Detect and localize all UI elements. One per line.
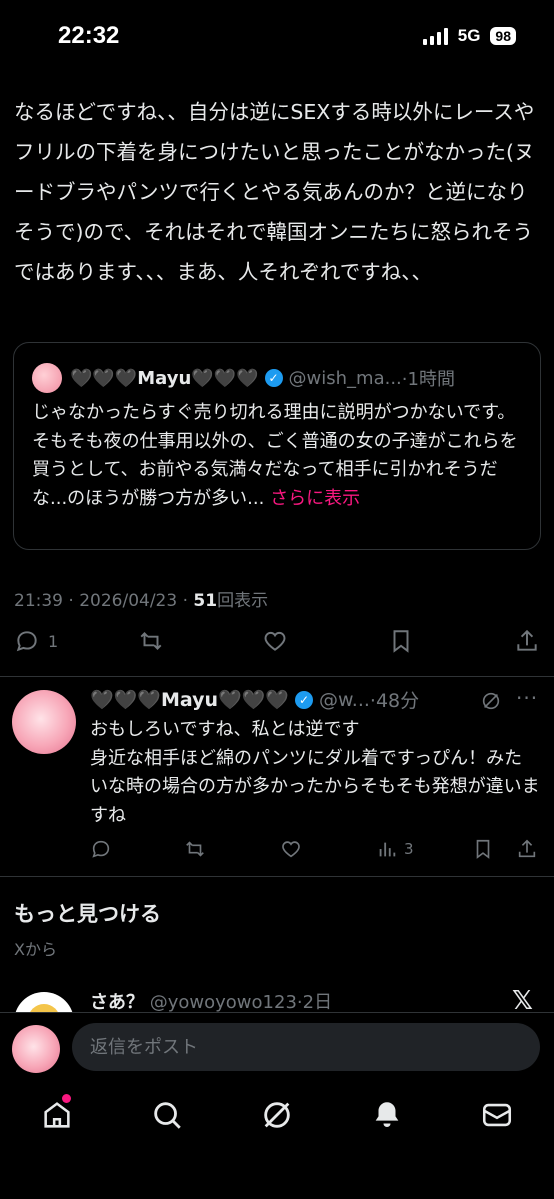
share-icon xyxy=(517,629,537,651)
analytics-icon xyxy=(379,842,396,857)
share-icon xyxy=(518,839,536,858)
suggested-author-name: さあ？ xyxy=(90,992,144,1013)
nav-notifications[interactable] xyxy=(370,1098,404,1132)
show-more-link[interactable]: さらに表示 xyxy=(270,488,360,509)
repost-button[interactable] xyxy=(138,628,164,654)
avatar[interactable] xyxy=(12,690,76,754)
reply-icon xyxy=(16,631,37,652)
heart-icon xyxy=(264,631,286,651)
notification-dot xyxy=(62,1094,71,1103)
nav-grok[interactable] xyxy=(260,1098,294,1132)
suggested-post-time: ·2日 xyxy=(296,992,333,1013)
reply-icon xyxy=(92,840,110,858)
repost-icon xyxy=(186,841,204,857)
grok-icon xyxy=(264,1102,290,1128)
discover-subtitle: Xから xyxy=(14,940,57,959)
home-icon xyxy=(44,1102,70,1128)
views-button[interactable]: 3 xyxy=(376,838,414,860)
share-button[interactable] xyxy=(516,838,538,860)
quoted-author-handle: @wish_ma... xyxy=(288,367,402,389)
avatar[interactable] xyxy=(12,1025,60,1073)
nav-search[interactable] xyxy=(150,1098,184,1132)
mail-icon xyxy=(482,1103,512,1127)
quoted-post[interactable]: 🖤🖤🖤Mayu🖤🖤🖤 ✓ @wish_ma... ·1時間 じゃなかったらすぐ売… xyxy=(13,342,541,550)
quoted-post-time: ·1時間 xyxy=(401,369,455,390)
view-label: 回表示 xyxy=(217,591,269,611)
reply-input[interactable] xyxy=(72,1023,540,1071)
bottom-nav xyxy=(0,1082,554,1199)
post-datetime: 21:39 · 2026/04/23 · xyxy=(14,591,194,611)
bookmark-icon xyxy=(393,630,409,653)
quoted-author-name: 🖤🖤🖤Mayu🖤🖤🖤 xyxy=(70,367,259,389)
reply-author-name: 🖤🖤🖤Mayu🖤🖤🖤 xyxy=(90,689,289,711)
reply-count: 1 xyxy=(48,631,59,651)
discover-title: もっと見つける xyxy=(14,902,161,926)
reply-button[interactable] xyxy=(90,838,112,860)
divider xyxy=(0,676,554,677)
bookmark-button[interactable] xyxy=(472,838,494,860)
reply-composer xyxy=(0,1012,554,1082)
reply-actions: 3 xyxy=(0,838,554,864)
more-options-icon[interactable]: ··· xyxy=(516,686,538,710)
like-button[interactable] xyxy=(280,838,302,860)
avatar[interactable] xyxy=(32,363,62,393)
reply-header: 🖤🖤🖤Mayu🖤🖤🖤 ✓ @w... ·48分 xyxy=(90,686,419,713)
battery-icon: 98 xyxy=(490,27,516,45)
suggested-post-header: さあ？ @yowoyowo123·2日 xyxy=(90,988,332,1014)
verified-badge-icon: ✓ xyxy=(295,690,313,709)
quoted-post-body: じゃなかったらすぐ売り切れる理由に説明がつかないです。 そもそも夜の仕事用以外の、… xyxy=(32,399,528,513)
reply-body: おもしろいですね、私とは逆です 身近な相手ほど綿のパンツにダル着ですっぴん！みたい… xyxy=(90,719,540,826)
repost-icon xyxy=(140,632,162,650)
verified-badge-icon: ✓ xyxy=(264,369,283,387)
reply-button[interactable]: 1 xyxy=(14,628,58,654)
reply-view-count: 3 xyxy=(404,840,414,858)
like-button[interactable] xyxy=(262,628,288,654)
grok-icon[interactable] xyxy=(480,690,502,712)
nav-messages[interactable] xyxy=(480,1098,514,1132)
post-text: なるほどですね、、自分は逆にSEXする時以外にレースやフリルの下着を身につけたい… xyxy=(14,100,535,284)
reply-author-handle: @w... xyxy=(319,688,370,711)
bookmark-button[interactable] xyxy=(388,628,414,654)
suggested-author-handle: @yowoyowo123 xyxy=(149,992,297,1013)
post-meta: 21:39 · 2026/04/23 · 51回表示 xyxy=(14,586,268,611)
quoted-post-header: 🖤🖤🖤Mayu🖤🖤🖤 ✓ @wish_ma... ·1時間 xyxy=(32,363,455,393)
bookmark-icon xyxy=(476,839,490,859)
nav-home[interactable] xyxy=(40,1094,74,1132)
status-bar: 22:32 5G 98 xyxy=(0,0,554,72)
signal-icon xyxy=(422,27,448,45)
network-label: 5G xyxy=(457,26,481,45)
status-indicators: 5G 98 xyxy=(422,26,516,46)
divider xyxy=(0,876,554,877)
view-count: 51 xyxy=(193,591,218,611)
search-icon xyxy=(154,1102,181,1129)
status-time: 22:32 xyxy=(58,22,120,49)
reply-time: ·48分 xyxy=(369,690,420,712)
post-actions: 1 xyxy=(0,628,554,662)
share-button[interactable] xyxy=(514,628,540,654)
repost-button[interactable] xyxy=(184,838,206,860)
bell-icon xyxy=(375,1102,399,1128)
heart-icon xyxy=(282,841,300,858)
